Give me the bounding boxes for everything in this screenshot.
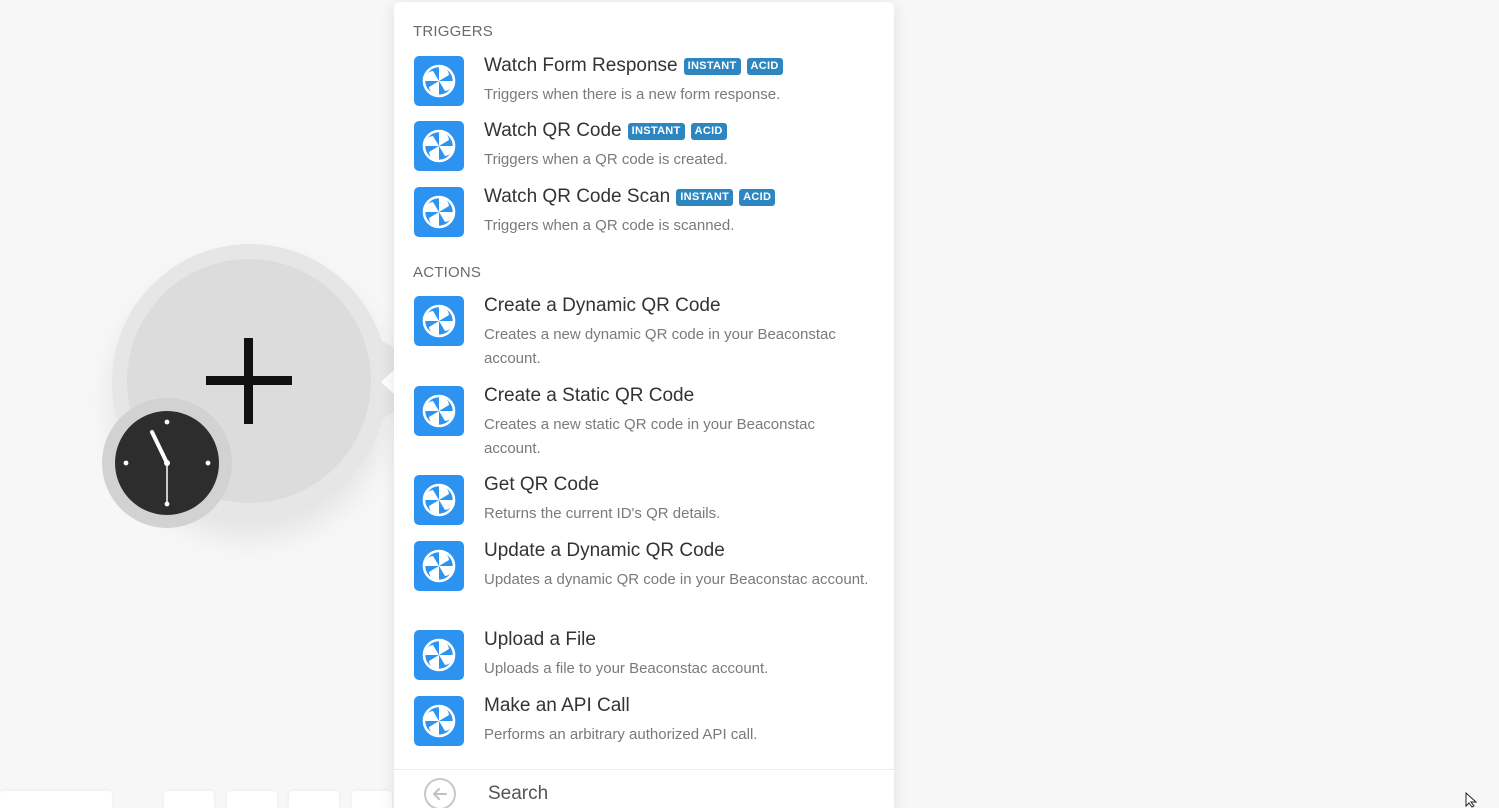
item-title: Get QR Code [484,474,600,495]
item-title: Watch Form Response [484,55,678,76]
beaconstac-pinwheel-icon [414,541,464,591]
item-description: Triggers when a QR code is scanned. [484,217,735,234]
search-bar: Search [394,769,894,808]
item-description: Triggers when a QR code is created. [484,151,728,168]
module-picker-panel: TRIGGERS Watch Form Response INSTANT ACI… [394,2,894,808]
trigger-item[interactable]: Watch QR Code INSTANT ACID Triggers when… [394,120,894,177]
trigger-item[interactable]: Watch Form Response INSTANT ACID Trigger… [394,55,894,112]
beaconstac-pinwheel-icon [414,386,464,436]
action-item[interactable]: Get QR Code Returns the current ID's QR … [394,474,894,531]
acid-badge: ACID [746,57,783,75]
clock-icon [115,411,219,515]
instant-badge: INSTANT [676,188,734,206]
triggers-heading: TRIGGERS [413,23,493,40]
beaconstac-pinwheel-icon [414,56,464,106]
item-title: Upload a File [484,629,596,650]
toolbar-run-once[interactable] [0,791,112,808]
item-title: Create a Static QR Code [484,385,695,406]
arrow-left-icon [433,788,447,800]
item-description: Creates a new dynamic QR code in your Be… [484,326,836,367]
acid-badge: ACID [690,122,727,140]
plus-icon-bar [206,376,292,385]
beaconstac-pinwheel-icon [414,475,464,525]
item-title: Watch QR Code Scan [484,186,671,207]
trigger-item[interactable]: Watch QR Code Scan INSTANT ACID Triggers… [394,186,894,243]
scenario-canvas: TRIGGERS Watch Form Response INSTANT ACI… [0,0,1499,808]
item-description: Performs an arbitrary authorized API cal… [484,726,758,743]
beaconstac-pinwheel-icon [414,696,464,746]
instant-badge: INSTANT [627,122,685,140]
item-description: Uploads a file to your Beaconstac accoun… [484,660,769,677]
item-title: Make an API Call [484,695,630,716]
beaconstac-pinwheel-icon [414,296,464,346]
actions-heading: ACTIONS [413,264,482,281]
toolbar-notes-button[interactable] [289,791,339,808]
action-item[interactable]: Create a Static QR Code Creates a new st… [394,385,894,466]
action-item[interactable]: Update a Dynamic QR Code Updates a dynam… [394,540,894,621]
item-description: Returns the current ID's QR details. [484,505,721,522]
toolbar-tools-button[interactable] [352,791,392,808]
toolbar-save-button[interactable] [164,791,214,808]
action-item[interactable]: Create a Dynamic QR Code Creates a new d… [394,295,894,376]
toolbar-settings-button[interactable] [227,791,277,808]
beaconstac-pinwheel-icon [414,121,464,171]
beaconstac-pinwheel-icon [414,187,464,237]
acid-badge: ACID [739,188,776,206]
item-title: Create a Dynamic QR Code [484,295,721,316]
back-button[interactable] [424,778,456,808]
beaconstac-pinwheel-icon [414,630,464,680]
item-description: Updates a dynamic QR code in your Beacon… [484,571,869,588]
action-item[interactable]: Make an API Call Performs an arbitrary a… [394,695,894,752]
item-description: Triggers when there is a new form respon… [484,86,781,103]
panel-pointer [381,370,394,394]
mouse-cursor-icon [1465,792,1478,808]
item-description: Creates a new static QR code in your Bea… [484,416,815,457]
search-input[interactable]: Search [488,783,548,805]
instant-badge: INSTANT [683,57,741,75]
item-title: Update a Dynamic QR Code [484,540,725,561]
action-item[interactable]: Upload a File Uploads a file to your Bea… [394,629,894,686]
item-title: Watch QR Code [484,120,622,141]
